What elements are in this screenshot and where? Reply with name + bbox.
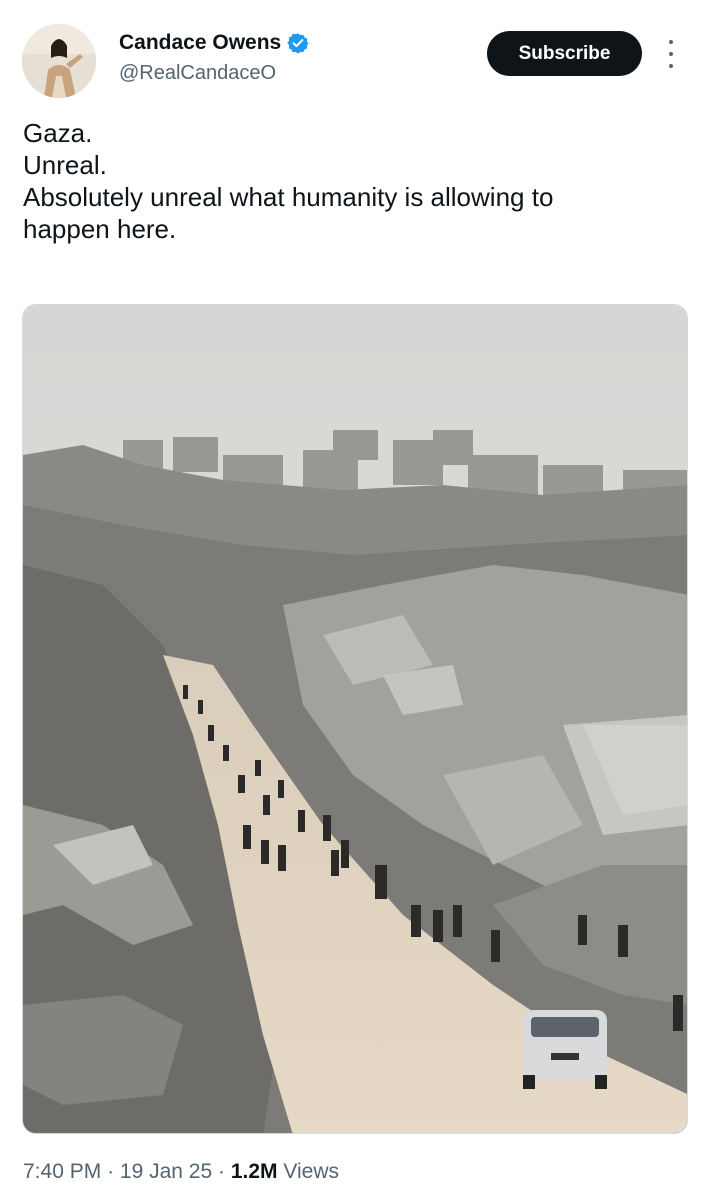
author-name[interactable]: Candace Owens — [119, 31, 281, 55]
post-line: Gaza. — [23, 118, 93, 148]
avatar-image — [22, 24, 96, 98]
more-options-icon[interactable] — [661, 40, 681, 68]
post-time[interactable]: 7:40 PM — [23, 1160, 101, 1183]
post-line: happen here. — [23, 214, 177, 244]
avatar[interactable] — [22, 24, 96, 98]
meta-separator: · — [218, 1160, 225, 1183]
author-handle[interactable]: @RealCandaceO — [119, 62, 276, 85]
post-line: Absolutely unreal what humanity is allow… — [23, 182, 554, 212]
post-line: Unreal. — [23, 150, 107, 180]
meta-separator: · — [107, 1160, 115, 1183]
post-media-image[interactable] — [22, 304, 688, 1134]
subscribe-button[interactable]: Subscribe — [487, 31, 642, 76]
post-date[interactable]: 19 Jan 25 — [120, 1160, 212, 1183]
rubble-street-photo — [23, 305, 687, 1133]
verified-badge-icon — [287, 33, 309, 54]
post-text: Gaza. Unreal. Absolutely unreal what hum… — [23, 117, 683, 245]
views-label: Views — [283, 1160, 340, 1183]
author-name-row[interactable]: Candace Owens — [119, 31, 309, 55]
post-meta: 7:40 PM · 19 Jan 25 · 1.2M Views — [23, 1160, 339, 1184]
views-count[interactable]: 1.2M — [231, 1160, 278, 1183]
